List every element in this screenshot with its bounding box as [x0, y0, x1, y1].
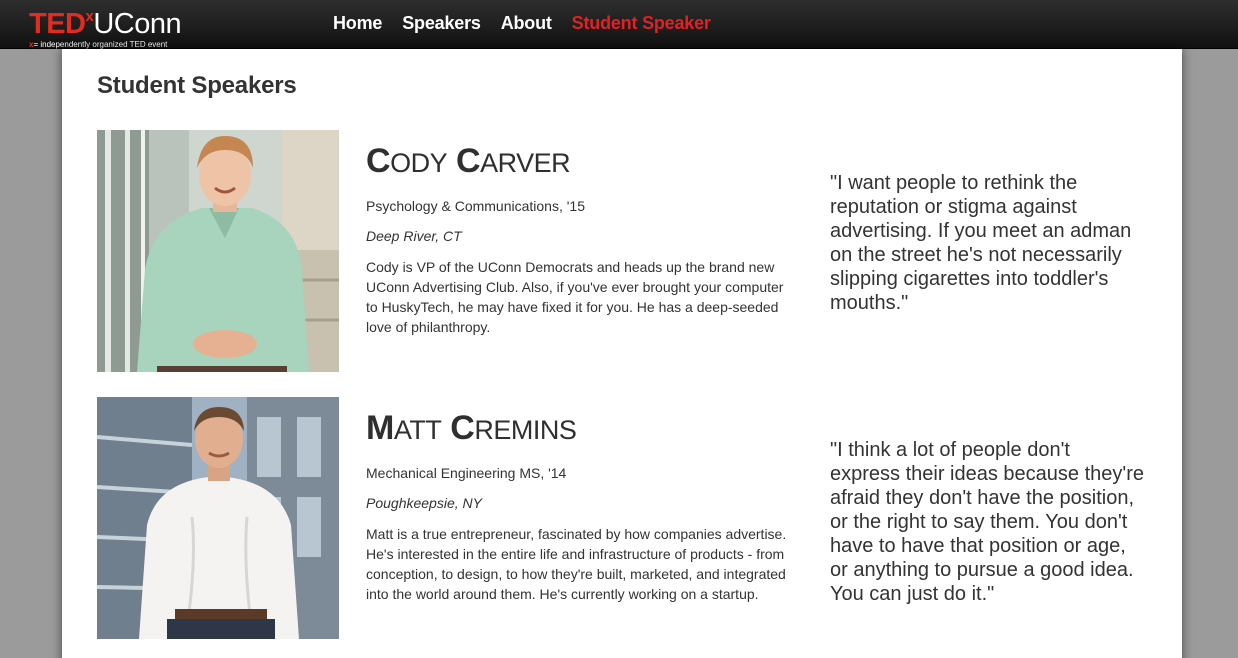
- logo-tagline-row: x= independently organized TED event: [29, 40, 219, 49]
- speaker-info: Matt Cremins Mechanical Engineering MS, …: [366, 409, 796, 604]
- first-initial: C: [366, 142, 391, 180]
- last-initial: C: [450, 409, 475, 447]
- nav-student-speaker[interactable]: Student Speaker: [572, 12, 711, 34]
- first-name-rest: att: [393, 415, 442, 445]
- speaker-major: Mechanical Engineering MS, '14: [366, 465, 567, 481]
- last-name-rest: arver: [480, 148, 571, 178]
- logo-wordmark: TEDxUConn: [29, 2, 219, 39]
- logo-event-name: UConn: [93, 8, 182, 40]
- speaker-quote: "I think a lot of people don't express t…: [830, 439, 1144, 605]
- main-nav: Home Speakers About Student Speaker: [333, 12, 731, 34]
- nav-about[interactable]: About: [501, 12, 552, 34]
- speaker-card: Cody Carver Psychology & Communications,…: [97, 130, 1177, 375]
- nav-speakers[interactable]: Speakers: [402, 12, 481, 34]
- speaker-photo: [97, 130, 339, 372]
- last-name-rest: remins: [474, 415, 577, 445]
- page-title: Student Speakers: [97, 72, 297, 99]
- speaker-bio: Matt is a true entrepreneur, fascinated …: [366, 526, 787, 602]
- main-content: Student Speakers CODY CARVER Psychology …: [62, 49, 1182, 658]
- first-initial: M: [366, 409, 394, 447]
- speaker-card: Matt Cremins Mechanical Engineering MS, …: [97, 397, 1177, 642]
- last-initial: C: [456, 142, 481, 180]
- first-name-rest: ody: [390, 148, 448, 178]
- top-navbar: TEDxUConn x= independently organized TED…: [0, 0, 1238, 49]
- nav-home[interactable]: Home: [333, 12, 382, 34]
- speaker-bio: Cody is VP of the UConn Democrats and he…: [366, 259, 784, 335]
- speaker-name: Matt Cremins: [366, 409, 796, 449]
- logo-ted: TED: [29, 8, 86, 40]
- speaker-name: Cody Carver: [366, 142, 796, 182]
- speaker-info: Cody Carver Psychology & Communications,…: [366, 142, 796, 337]
- speaker-hometown: Deep River, CT: [366, 228, 462, 244]
- logo-tagline: = independently organized TED event: [33, 40, 168, 49]
- tedx-uconn-logo[interactable]: TEDxUConn x= independently organized TED…: [29, 2, 219, 49]
- speaker-quote: "I want people to rethink the reputation…: [830, 172, 1132, 314]
- speaker-major: Psychology & Communications, '15: [366, 198, 585, 214]
- speaker-hometown: Poughkeepsie, NY: [366, 495, 482, 511]
- speaker-photo: [97, 397, 339, 639]
